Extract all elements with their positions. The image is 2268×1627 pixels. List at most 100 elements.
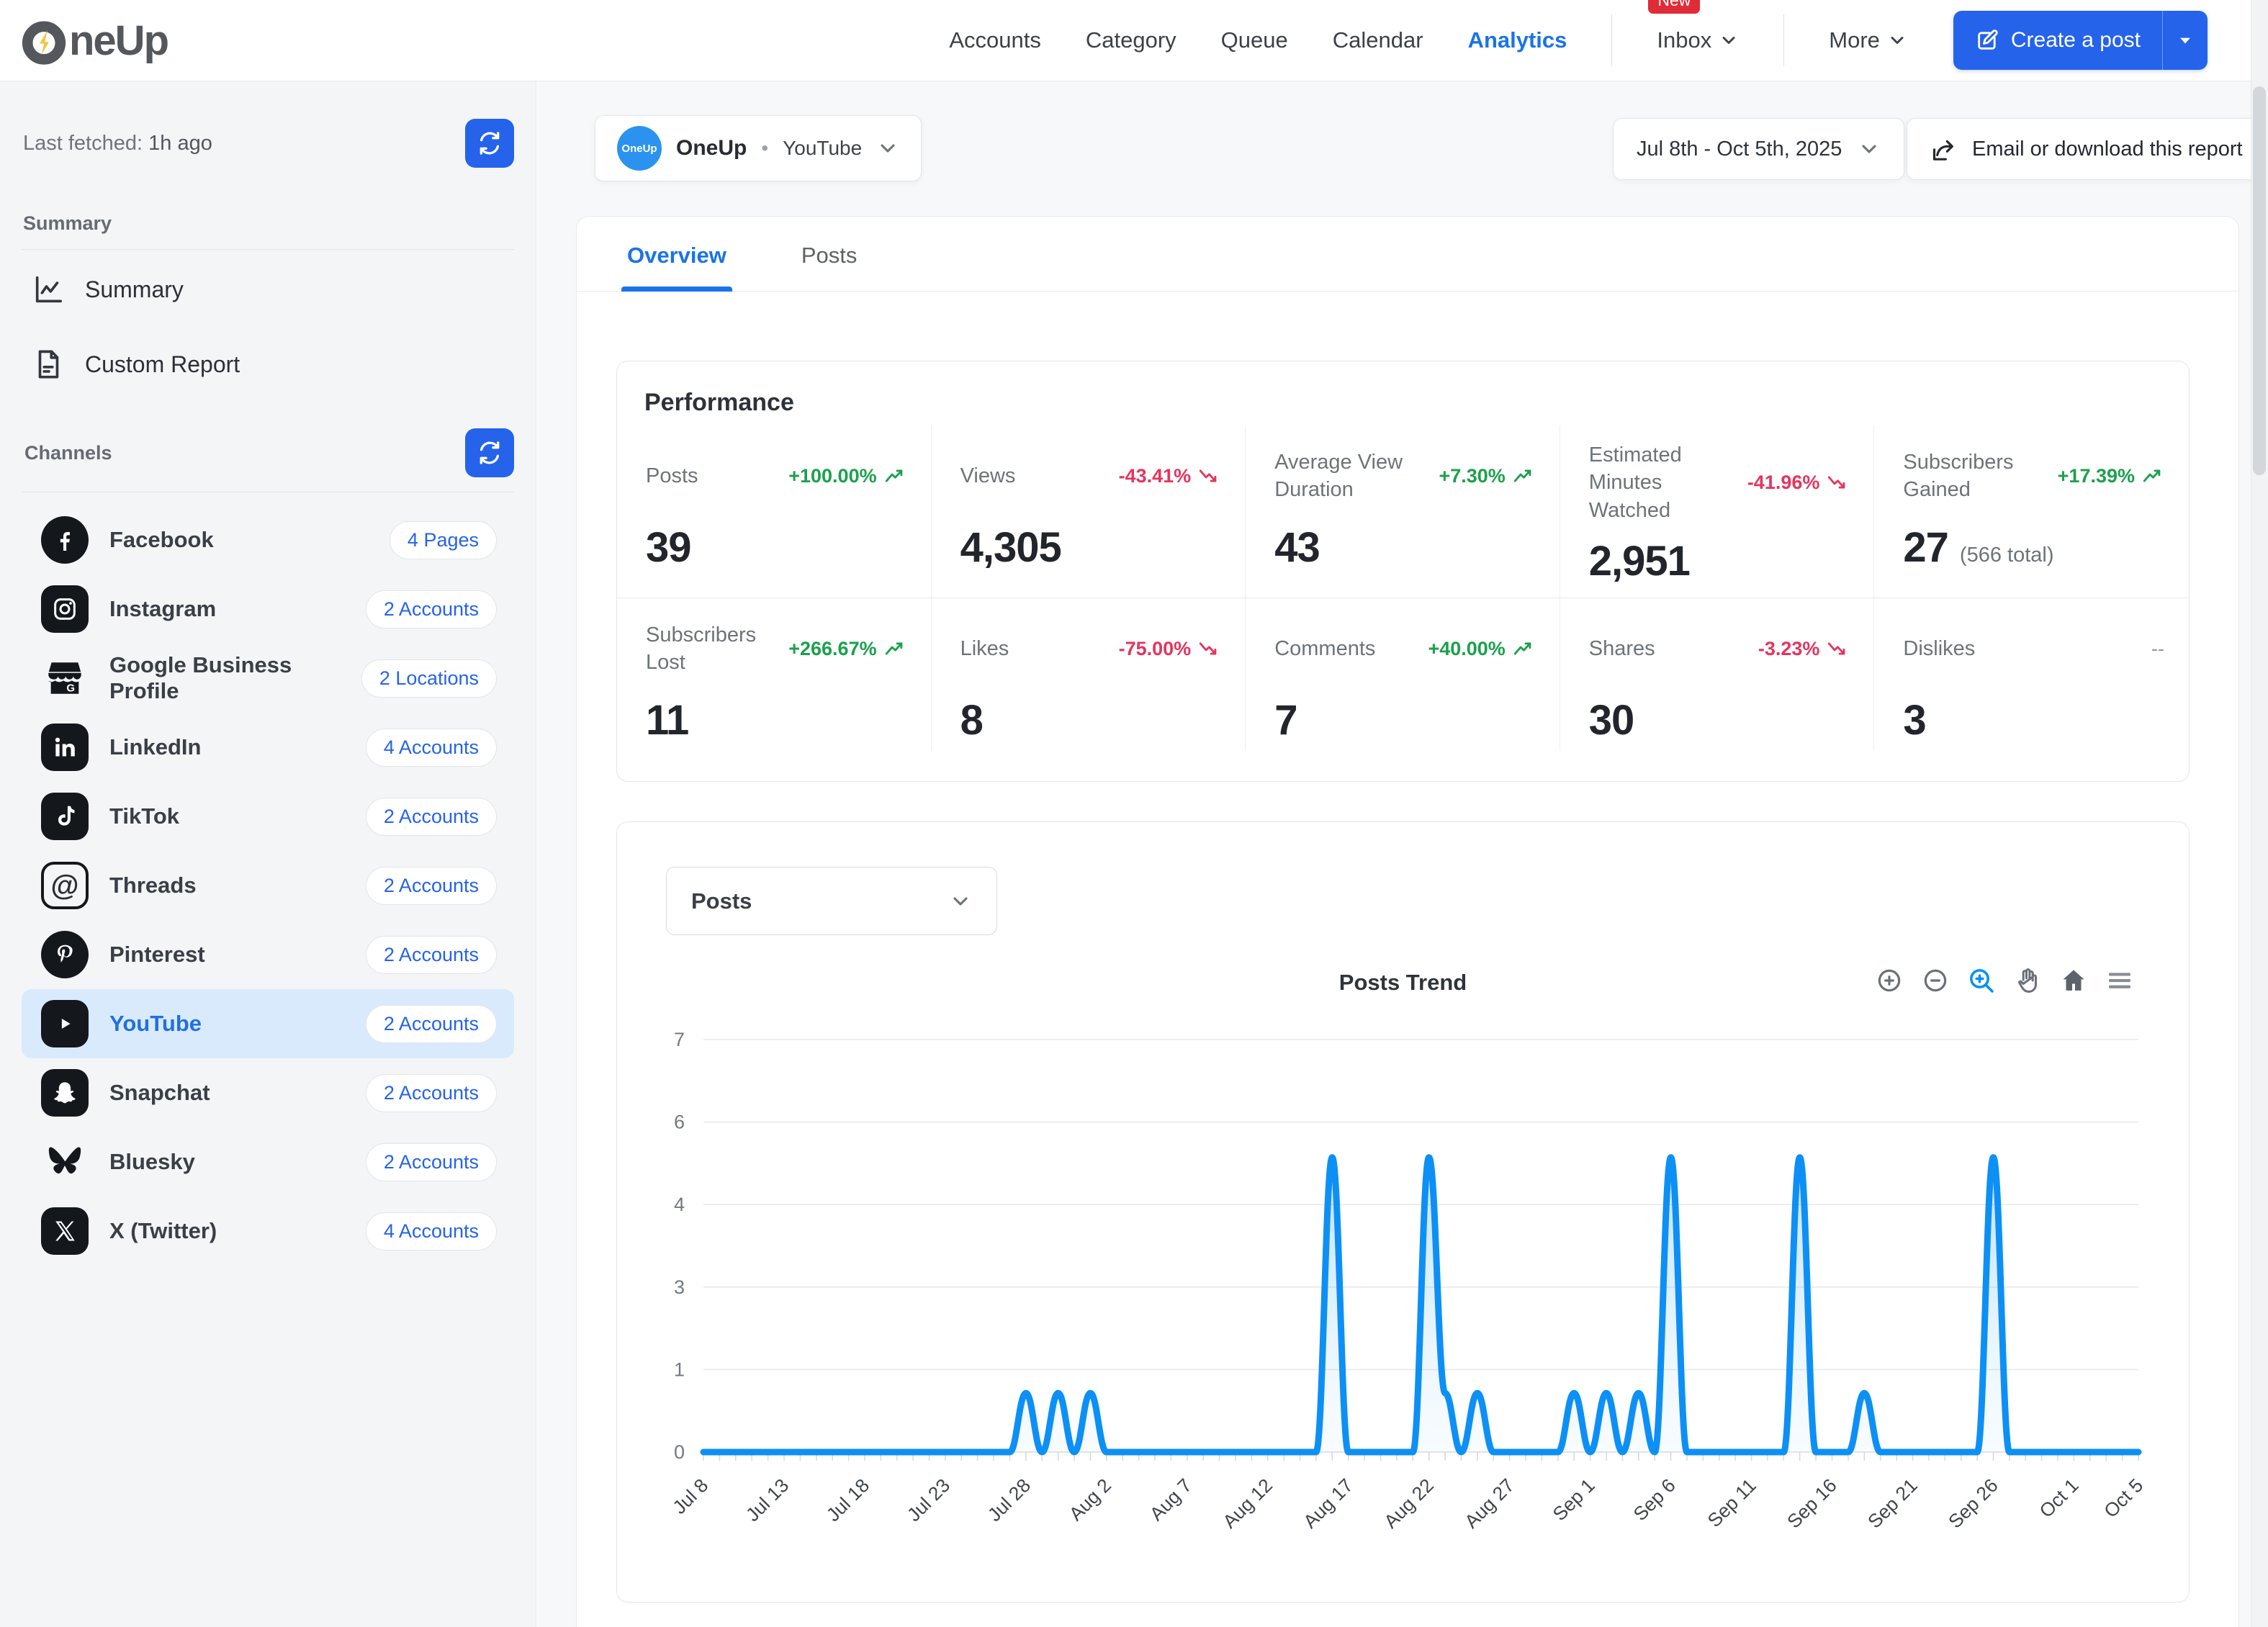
- threads-at-glyph: @: [50, 871, 78, 900]
- sidebar-item-custom-report[interactable]: Custom Report: [22, 329, 514, 400]
- channel-item-facebook[interactable]: Facebook4 Pages: [22, 505, 514, 574]
- trend-down-icon: [1198, 467, 1220, 485]
- metric-label: Comments: [1274, 635, 1375, 662]
- metric-dislikes: Dislikes--3: [1874, 598, 2189, 751]
- metric-likes: Likes-75.00%8: [932, 598, 1246, 751]
- channel-label: Pinterest: [109, 942, 205, 968]
- email-download-report-button[interactable]: Email or download this report: [1907, 118, 2265, 180]
- channel-label: Facebook: [109, 527, 214, 553]
- channel-label: Google Business Profile: [109, 652, 343, 704]
- channel-label: LinkedIn: [109, 734, 201, 760]
- series-selector-value: Posts: [691, 888, 752, 914]
- metric-change: -43.41%: [1119, 465, 1221, 487]
- metric-shares: Shares-3.23%30: [1560, 598, 1875, 751]
- svg-text:Sep 21: Sep 21: [1863, 1474, 1922, 1533]
- svg-text:Oct 5: Oct 5: [2100, 1474, 2147, 1522]
- nav-item-queue[interactable]: Queue: [1221, 27, 1288, 53]
- svg-text:Sep 6: Sep 6: [1629, 1474, 1680, 1525]
- metric-estimated-minutes-watched: Estimated Minutes Watched-41.96%2,951: [1560, 425, 1875, 598]
- refresh-channels-button[interactable]: [465, 428, 514, 477]
- channel-label: Threads: [109, 873, 197, 898]
- channel-item-youtube[interactable]: YouTube2 Accounts: [22, 989, 514, 1058]
- metric-value: 27: [1903, 523, 1948, 572]
- nav-item-inbox[interactable]: InboxNew: [1657, 27, 1739, 53]
- main-nav: Accounts Category Queue Calendar Analytics In…: [949, 14, 1907, 66]
- tab-posts[interactable]: Posts: [798, 243, 860, 291]
- scrollbar-thumb[interactable]: [2253, 86, 2266, 475]
- oneup-logo[interactable]: neUp: [22, 13, 168, 68]
- channel-item-x-twitter[interactable]: X (Twitter)4 Accounts: [22, 1196, 514, 1266]
- account-selector[interactable]: OneUp OneUp • YouTube: [595, 115, 922, 181]
- channel-item-bluesky[interactable]: Bluesky2 Accounts: [22, 1127, 514, 1196]
- channel-label: X (Twitter): [109, 1218, 217, 1244]
- svg-text:Oct 1: Oct 1: [2035, 1474, 2083, 1522]
- create-post-label: Create a post: [2011, 28, 2141, 53]
- zoom-in-icon[interactable]: [1875, 966, 1904, 995]
- channel-count-badge: 2 Accounts: [366, 590, 497, 628]
- logo-bolt-icon: [22, 13, 66, 68]
- nav-item-analytics[interactable]: Analytics: [1468, 27, 1567, 53]
- menu-icon[interactable]: [2105, 966, 2134, 995]
- tiktok-icon: [39, 790, 91, 842]
- nav-item-category[interactable]: Category: [1086, 27, 1176, 53]
- tab-overview[interactable]: Overview: [624, 243, 729, 291]
- chart-icon: [32, 273, 65, 306]
- facebook-icon: [39, 514, 91, 566]
- metric-change: +266.67%: [788, 638, 906, 660]
- instagram-icon: [39, 583, 91, 635]
- nav-label: Accounts: [949, 27, 1041, 53]
- svg-text:1: 1: [674, 1358, 685, 1380]
- main-content: OneUp OneUp • YouTube Jul 8th - Oct 5th,…: [537, 81, 2268, 1627]
- channel-item-threads[interactable]: @ Threads 2 Accounts: [22, 851, 514, 920]
- performance-title: Performance: [617, 361, 2189, 417]
- metric-change: +17.39%: [2058, 465, 2164, 487]
- report-button-label: Email or download this report: [1972, 138, 2243, 161]
- nav-item-accounts[interactable]: Accounts: [949, 27, 1041, 53]
- channel-count-badge: 2 Accounts: [366, 867, 497, 905]
- metric-subscribers-gained: Subscribers Gained+17.39%27(566 total): [1874, 425, 2189, 598]
- channel-count-badge: 4 Accounts: [366, 729, 497, 767]
- create-post-caret[interactable]: [2163, 30, 2208, 51]
- chevron-down-icon: [876, 137, 899, 160]
- metric-change: -41.96%: [1747, 472, 1850, 494]
- nav-label: Queue: [1221, 27, 1288, 53]
- svg-text:Sep 26: Sep 26: [1944, 1474, 2002, 1533]
- channel-item-tiktok[interactable]: TikTok2 Accounts: [22, 782, 514, 851]
- share-icon: [1929, 135, 1958, 163]
- svg-text:7: 7: [674, 1029, 685, 1050]
- channel-label: YouTube: [109, 1011, 202, 1037]
- metric-posts: Posts+100.00%39: [617, 425, 932, 598]
- nav-item-more[interactable]: More: [1829, 27, 1907, 53]
- nav-item-calendar[interactable]: Calendar: [1333, 27, 1423, 53]
- metric-value: 4,305: [960, 523, 1061, 572]
- channel-count-badge: 2 Accounts: [366, 1143, 497, 1181]
- tab-bar: Overview Posts: [577, 217, 2238, 292]
- chevron-down-icon: [1887, 30, 1907, 50]
- selection-zoom-icon[interactable]: [1967, 966, 1996, 995]
- channel-label: Snapchat: [109, 1080, 210, 1106]
- metric-value: 39: [646, 523, 691, 572]
- svg-text:Jul 13: Jul 13: [742, 1474, 793, 1525]
- scrollbar-track[interactable]: [2251, 0, 2268, 1627]
- channel-item-snapchat[interactable]: Snapchat2 Accounts: [22, 1058, 514, 1127]
- create-post-button[interactable]: Create a post: [1953, 11, 2208, 70]
- metric-change: +7.30%: [1439, 465, 1534, 487]
- zoom-out-icon[interactable]: [1921, 966, 1950, 995]
- channel-item-google-business-profile[interactable]: GGoogle Business Profile2 Locations: [22, 644, 514, 713]
- chart-toolbar: [1875, 966, 2134, 995]
- series-selector-dropdown[interactable]: Posts: [666, 867, 997, 935]
- home-reset-icon[interactable]: [2059, 966, 2088, 995]
- pan-icon[interactable]: [2013, 966, 2042, 995]
- sidebar-item-summary[interactable]: Summary: [22, 254, 514, 325]
- svg-text:0: 0: [674, 1441, 685, 1463]
- channel-count-badge: 2 Accounts: [366, 798, 497, 836]
- metric-label: Likes: [960, 635, 1009, 662]
- channel-item-linkedin[interactable]: LinkedIn 4 Accounts: [22, 713, 514, 782]
- channel-item-instagram[interactable]: Instagram2 Accounts: [22, 574, 514, 644]
- refresh-summary-button[interactable]: [465, 119, 514, 168]
- document-icon: [32, 348, 65, 381]
- channel-item-pinterest[interactable]: Pinterest2 Accounts: [22, 920, 514, 989]
- date-range-picker[interactable]: Jul 8th - Oct 5th, 2025: [1613, 118, 1904, 180]
- metric-value: 3: [1903, 696, 1925, 744]
- trend-up-icon: [1513, 640, 1535, 657]
